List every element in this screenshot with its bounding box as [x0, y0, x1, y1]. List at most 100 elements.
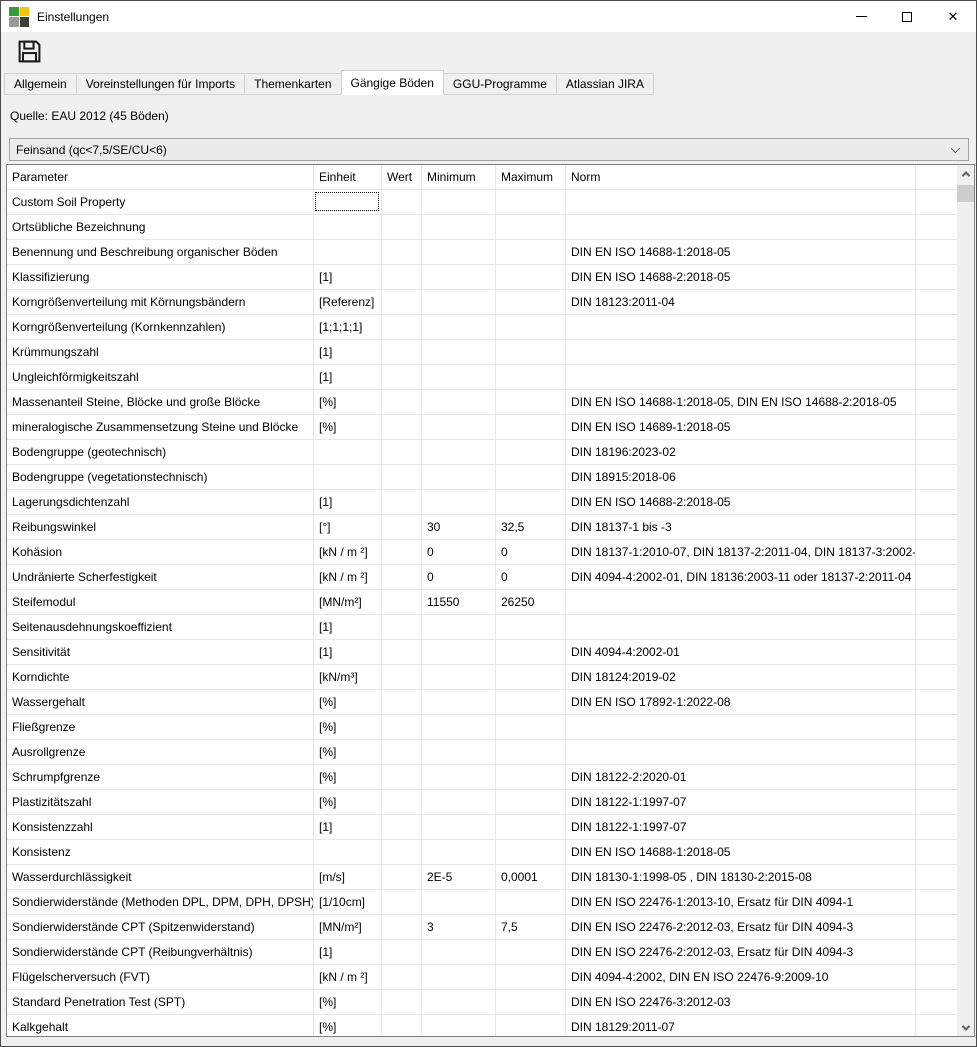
einheit-cell[interactable] [314, 215, 382, 240]
norm-cell[interactable]: DIN EN ISO 14689-1:2018-05 [566, 415, 916, 440]
vertical-scrollbar[interactable] [957, 165, 974, 1036]
wert-cell[interactable] [382, 215, 422, 240]
wert-cell[interactable] [382, 340, 422, 365]
maximum-cell[interactable] [496, 465, 566, 490]
wert-cell[interactable] [382, 440, 422, 465]
parameter-cell[interactable]: Custom Soil Property [7, 190, 314, 215]
norm-cell[interactable] [566, 365, 916, 390]
norm-cell[interactable]: DIN 4094-4:2002-01, DIN 18136:2003-11 od… [566, 565, 916, 590]
maximum-cell[interactable]: 0,0001 [496, 865, 566, 890]
wert-cell[interactable] [382, 640, 422, 665]
einheit-cell[interactable]: [Referenz] [314, 290, 382, 315]
tab-voreinstellungen-f-r-imports[interactable]: Voreinstellungen für Imports [76, 73, 245, 95]
wert-cell[interactable] [382, 415, 422, 440]
tab-atlassian-jira[interactable]: Atlassian JIRA [556, 73, 654, 95]
parameter-cell[interactable]: Bodengruppe (geotechnisch) [7, 440, 314, 465]
maximum-cell[interactable] [496, 440, 566, 465]
einheit-cell[interactable] [314, 840, 382, 865]
minimum-cell[interactable] [422, 715, 496, 740]
parameter-cell[interactable]: Korngrößenverteilung mit Körnungsbändern [7, 290, 314, 315]
parameter-cell[interactable]: Sondierwiderstände (Methoden DPL, DPM, D… [7, 890, 314, 915]
einheit-cell[interactable]: [1] [314, 265, 382, 290]
parameter-cell[interactable]: Ortsübliche Bezeichnung [7, 215, 314, 240]
parameter-cell[interactable]: Flügelscherversuch (FVT) [7, 965, 314, 990]
maximum-cell[interactable] [496, 690, 566, 715]
einheit-cell[interactable]: [MN/m²] [314, 590, 382, 615]
minimum-cell[interactable] [422, 240, 496, 265]
parameter-cell[interactable]: Sondierwiderstände CPT (Reibungverhältni… [7, 940, 314, 965]
maximum-cell[interactable] [496, 340, 566, 365]
tab-themenkarten[interactable]: Themenkarten [244, 73, 341, 95]
wert-cell[interactable] [382, 865, 422, 890]
minimum-cell[interactable] [422, 665, 496, 690]
einheit-cell[interactable]: [%] [314, 790, 382, 815]
norm-cell[interactable]: DIN 18137-1 bis -3 [566, 515, 916, 540]
scroll-down-button[interactable] [957, 1019, 974, 1036]
einheit-cell[interactable] [314, 190, 382, 215]
minimum-cell[interactable]: 11550 [422, 590, 496, 615]
minimize-button[interactable] [838, 1, 884, 32]
norm-cell[interactable]: DIN 18122-1:1997-07 [566, 790, 916, 815]
einheit-cell[interactable]: [1] [314, 490, 382, 515]
einheit-cell[interactable]: [MN/m²] [314, 915, 382, 940]
wert-cell[interactable] [382, 515, 422, 540]
maximum-cell[interactable] [496, 490, 566, 515]
parameter-cell[interactable]: Konsistenzzahl [7, 815, 314, 840]
einheit-cell[interactable]: [kN / m ²] [314, 540, 382, 565]
minimum-cell[interactable] [422, 990, 496, 1015]
einheit-cell[interactable]: [1] [314, 340, 382, 365]
norm-cell[interactable] [566, 190, 916, 215]
wert-cell[interactable] [382, 315, 422, 340]
einheit-cell[interactable]: [%] [314, 415, 382, 440]
wert-cell[interactable] [382, 790, 422, 815]
norm-cell[interactable]: DIN EN ISO 14688-1:2018-05, DIN EN ISO 1… [566, 390, 916, 415]
einheit-cell[interactable]: [1] [314, 640, 382, 665]
norm-cell[interactable] [566, 590, 916, 615]
maximum-cell[interactable] [496, 740, 566, 765]
parameter-cell[interactable]: mineralogische Zusammensetzung Steine un… [7, 415, 314, 440]
parameter-cell[interactable]: Reibungswinkel [7, 515, 314, 540]
maximum-cell[interactable] [496, 940, 566, 965]
wert-cell[interactable] [382, 965, 422, 990]
norm-cell[interactable]: DIN EN ISO 17892-1:2022-08 [566, 690, 916, 715]
close-button[interactable]: ✕ [930, 1, 976, 32]
norm-cell[interactable]: DIN 18122-2:2020-01 [566, 765, 916, 790]
maximum-cell[interactable] [496, 990, 566, 1015]
norm-cell[interactable]: DIN EN ISO 22476-2:2012-03, Ersatz für D… [566, 915, 916, 940]
parameter-cell[interactable]: Plastizitätszahl [7, 790, 314, 815]
parameter-cell[interactable]: Ausrollgrenze [7, 740, 314, 765]
norm-cell[interactable]: DIN 4094-4:2002-01 [566, 640, 916, 665]
norm-cell[interactable] [566, 315, 916, 340]
norm-cell[interactable] [566, 715, 916, 740]
scroll-up-button[interactable] [957, 165, 974, 182]
einheit-cell[interactable] [314, 240, 382, 265]
maximum-cell[interactable] [496, 390, 566, 415]
einheit-cell[interactable]: [m/s] [314, 865, 382, 890]
tab-g-ngige-b-den[interactable]: Gängige Böden [341, 70, 444, 95]
wert-cell[interactable] [382, 490, 422, 515]
minimum-cell[interactable] [422, 640, 496, 665]
minimum-cell[interactable] [422, 840, 496, 865]
parameter-cell[interactable]: Krümmungszahl [7, 340, 314, 365]
minimum-cell[interactable] [422, 965, 496, 990]
norm-cell[interactable]: DIN EN ISO 14688-1:2018-05 [566, 840, 916, 865]
maximum-cell[interactable] [496, 965, 566, 990]
einheit-cell[interactable] [314, 465, 382, 490]
parameter-cell[interactable]: Seitenausdehnungskoeffizient [7, 615, 314, 640]
minimum-cell[interactable]: 0 [422, 540, 496, 565]
maximum-cell[interactable] [496, 365, 566, 390]
save-button[interactable] [13, 35, 45, 67]
norm-cell[interactable]: DIN 18122-1:1997-07 [566, 815, 916, 840]
parameter-cell[interactable]: Sondierwiderstände CPT (Spitzenwiderstan… [7, 915, 314, 940]
wert-cell[interactable] [382, 690, 422, 715]
einheit-cell[interactable]: [%] [314, 390, 382, 415]
norm-cell[interactable]: DIN EN ISO 14688-2:2018-05 [566, 490, 916, 515]
tab-ggu-programme[interactable]: GGU-Programme [443, 73, 557, 95]
norm-cell[interactable]: DIN 18123:2011-04 [566, 290, 916, 315]
norm-cell[interactable]: DIN 18196:2023-02 [566, 440, 916, 465]
wert-cell[interactable] [382, 990, 422, 1015]
einheit-cell[interactable] [314, 440, 382, 465]
maximum-cell[interactable] [496, 1015, 566, 1036]
minimum-cell[interactable]: 3 [422, 915, 496, 940]
maximum-cell[interactable] [496, 265, 566, 290]
